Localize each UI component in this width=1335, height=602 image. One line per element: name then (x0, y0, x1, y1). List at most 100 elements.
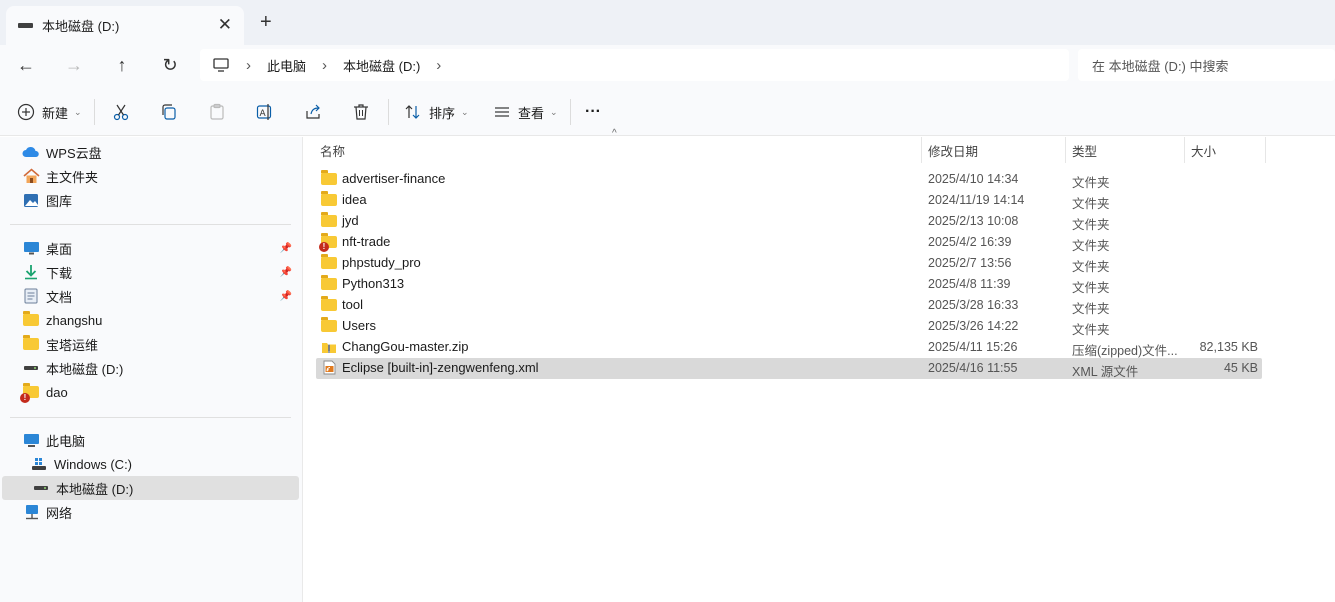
column-resizer[interactable] (921, 137, 922, 163)
sidebar-item-gallery[interactable]: 图库 (0, 188, 300, 212)
share-button[interactable] (303, 101, 323, 123)
refresh-button[interactable]: ↻ (156, 53, 184, 77)
pin-icon[interactable]: 📌 (280, 291, 292, 302)
column-resizer[interactable] (1265, 137, 1266, 163)
windows-drive-icon (30, 456, 48, 472)
drive-icon (32, 480, 50, 496)
address-row: ← → ↑ ↻ › 此电脑 › 本地磁盘 (D:) › 在 本地磁盘 (D:) … (0, 45, 1335, 87)
file-name-cell: idea (321, 190, 367, 207)
breadcrumb-separator[interactable]: › (436, 57, 441, 74)
rename-button[interactable]: A (255, 101, 275, 123)
file-name-cell: phpstudy_pro (321, 253, 421, 270)
sidebar-item-wps-cloud[interactable]: WPS云盘 (0, 140, 300, 164)
copy-icon (159, 102, 179, 122)
tab-title: 本地磁盘 (D:) (42, 19, 120, 34)
plus-circle-icon (16, 102, 36, 122)
breadcrumb-separator[interactable]: › (322, 57, 327, 74)
clipboard-icon (207, 102, 227, 122)
sidebar-item-this-pc[interactable]: 此电脑 (0, 428, 300, 452)
chevron-down-icon: ⌄ (550, 106, 558, 117)
file-row[interactable]: advertiser-finance 2025/4/10 14:34 文件夹 (316, 169, 1262, 190)
file-date: 2025/3/28 16:33 (928, 298, 1019, 312)
sidebar-item-downloads[interactable]: 下载 📌 (0, 260, 300, 284)
sidebar-item-desktop[interactable]: 桌面 📌 (0, 236, 300, 260)
sidebar-item-label: 本地磁盘 (D:) (56, 481, 134, 497)
file-row[interactable]: tool 2025/3/28 16:33 文件夹 (316, 295, 1262, 316)
sidebar-item-home[interactable]: 主文件夹 (0, 164, 300, 188)
file-type: 文件夹 (1072, 281, 1110, 295)
paste-button[interactable] (207, 101, 227, 123)
file-row[interactable]: idea 2024/11/19 14:14 文件夹 (316, 190, 1262, 211)
folder-icon (321, 295, 337, 312)
file-type: 文件夹 (1072, 239, 1110, 253)
file-name-cell: jyd (321, 211, 359, 228)
new-button[interactable]: 新建 ⌄ (16, 101, 82, 123)
column-resizer[interactable] (1184, 137, 1185, 163)
cut-button[interactable] (111, 101, 131, 123)
file-date: 2025/3/26 14:22 (928, 319, 1019, 333)
new-button-label: 新建 (42, 105, 69, 121)
more-options-button[interactable]: ··· (585, 101, 601, 123)
share-icon (303, 102, 323, 122)
zip-folder-icon (321, 340, 337, 354)
file-name: Python313 (342, 276, 405, 291)
up-button[interactable]: ↑ (108, 53, 136, 77)
sidebar-item-documents[interactable]: 文档 📌 (0, 284, 300, 308)
sidebar-item-label: 下载 (46, 265, 73, 281)
sidebar-item-local-disk-d-pinned[interactable]: 本地磁盘 (D:) (0, 356, 300, 380)
column-header-date[interactable]: 修改日期 (928, 137, 1063, 163)
breadcrumb-this-pc[interactable]: 此电脑 (267, 56, 306, 75)
sidebar-divider (10, 224, 291, 225)
sidebar-item-label: 主文件夹 (46, 169, 99, 185)
file-row[interactable]: Python313 2025/4/8 11:39 文件夹 (316, 274, 1262, 295)
sidebar-item-baota[interactable]: 宝塔运维 (0, 332, 300, 356)
address-bar[interactable]: › 此电脑 › 本地磁盘 (D:) › (200, 49, 1069, 81)
close-icon[interactable]: ✕ (218, 15, 232, 35)
breadcrumb-separator[interactable]: › (246, 57, 251, 74)
sidebar-item-dao[interactable]: ! dao (0, 380, 300, 404)
sidebar-item-windows-c[interactable]: Windows (C:) (0, 452, 300, 476)
sidebar-item-zhangshu[interactable]: zhangshu (0, 308, 300, 332)
search-input[interactable]: 在 本地磁盘 (D:) 中搜索 (1078, 49, 1335, 81)
file-row[interactable]: Users 2025/3/26 14:22 文件夹 (316, 316, 1262, 337)
sidebar-item-local-disk-d[interactable]: 本地磁盘 (D:) (2, 476, 299, 500)
pin-icon[interactable]: 📌 (280, 267, 292, 278)
sort-button[interactable]: 排序 ⌄ (403, 101, 469, 123)
file-row[interactable]: phpstudy_pro 2025/2/7 13:56 文件夹 (316, 253, 1262, 274)
column-resizer[interactable] (1065, 137, 1066, 163)
column-header-name[interactable]: 名称 (320, 137, 920, 163)
drive-icon (22, 360, 40, 376)
computer-icon[interactable] (212, 57, 230, 73)
file-name: advertiser-finance (342, 171, 446, 186)
file-type: 文件夹 (1072, 197, 1110, 211)
sidebar-divider (10, 417, 291, 418)
file-row[interactable]: Eclipse [built-in]-zengwenfeng.xml 2025/4… (316, 358, 1262, 379)
file-row[interactable]: ChangGou-master.zip 2025/4/11 15:26 压缩(zip… (316, 337, 1262, 358)
file-size: 82,135 KB (1199, 340, 1258, 354)
home-icon (22, 168, 40, 184)
back-button[interactable]: ← (12, 53, 40, 77)
copy-button[interactable] (159, 101, 179, 123)
delete-button[interactable] (351, 101, 371, 123)
command-bar: 新建 ⌄ A 排序 ⌄ 查看 ⌄ ··· (0, 87, 1335, 136)
document-icon (22, 288, 40, 304)
sidebar-item-label: 文档 (46, 289, 73, 305)
file-date: 2025/4/2 16:39 (928, 235, 1012, 249)
column-header-size[interactable]: 大小 (1191, 137, 1261, 163)
file-row[interactable]: jyd 2025/2/13 10:08 文件夹 (316, 211, 1262, 232)
pin-icon[interactable]: 📌 (280, 243, 292, 254)
file-name-cell: advertiser-finance (321, 169, 446, 186)
new-tab-button[interactable]: + (260, 12, 272, 32)
column-header-type[interactable]: 类型 (1072, 137, 1182, 163)
divider (94, 99, 95, 125)
tab-local-disk-d[interactable]: 本地磁盘 (D:) ✕ (6, 6, 244, 45)
breadcrumb-local-disk-d[interactable]: 本地磁盘 (D:) (343, 56, 420, 75)
file-row[interactable]: ! nft-trade 2025/4/2 16:39 文件夹 (316, 232, 1262, 253)
sidebar-item-label: zhangshu (46, 312, 103, 328)
file-name-cell: ! nft-trade (319, 232, 390, 252)
pane-divider[interactable] (302, 137, 303, 602)
sidebar-item-label: 桌面 (46, 241, 73, 257)
sidebar-item-network[interactable]: 网络 (0, 500, 300, 524)
view-button[interactable]: 查看 ⌄ (492, 101, 558, 123)
forward-button[interactable]: → (60, 53, 88, 77)
